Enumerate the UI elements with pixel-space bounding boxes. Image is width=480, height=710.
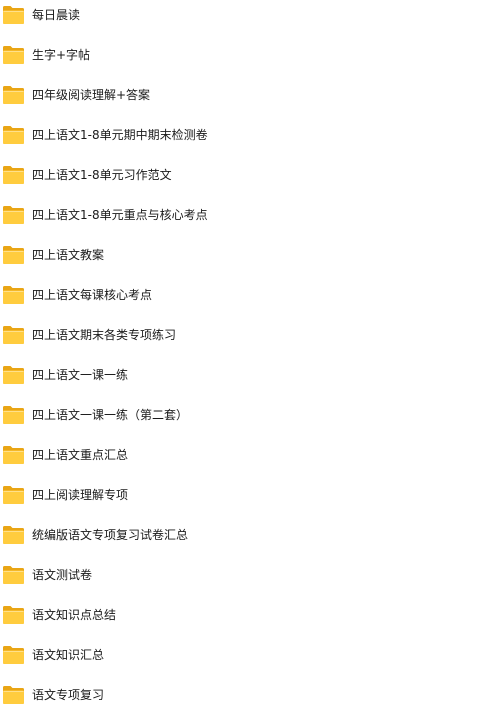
folder-item[interactable]: 四上语文教案 [0,240,480,270]
folder-icon [2,684,25,705]
folder-item[interactable]: 四上阅读理解专项 [0,480,480,510]
folder-icon [2,284,25,305]
folder-icon [2,204,25,225]
folder-label: 四上语文期末各类专项练习 [32,328,177,342]
folder-icon [2,44,25,65]
folder-item[interactable]: 四上语文每课核心考点 [0,280,480,310]
folder-item[interactable]: 四上语文期末各类专项练习 [0,320,480,350]
folder-icon [2,444,25,465]
folder-item[interactable]: 生字+字帖 [0,40,480,70]
folder-icon [2,644,25,665]
folder-item[interactable]: 每日晨读 [0,0,480,30]
folder-icon [2,564,25,585]
folder-label: 语文测试卷 [32,568,93,582]
folder-icon [2,604,25,625]
folder-item[interactable]: 四上语文1-8单元习作范文 [0,160,480,190]
folder-item[interactable]: 语文知识点总结 [0,600,480,630]
folder-icon [2,124,25,145]
folder-label: 语文知识点总结 [32,608,117,622]
folder-icon [2,164,25,185]
folder-label: 四上语文1-8单元重点与核心考点 [32,208,208,222]
folder-item[interactable]: 统编版语文专项复习试卷汇总 [0,520,480,550]
folder-item[interactable]: 四上语文一课一练（第二套） [0,400,480,430]
folder-item[interactable]: 语文测试卷 [0,560,480,590]
folder-item[interactable]: 四上语文1-8单元重点与核心考点 [0,200,480,230]
folder-label: 四上语文1-8单元期中期末检测卷 [32,128,208,142]
folder-item[interactable]: 四上语文重点汇总 [0,440,480,470]
folder-item[interactable]: 语文知识汇总 [0,640,480,670]
folder-item[interactable]: 四上语文1-8单元期中期末检测卷 [0,120,480,150]
folder-item[interactable]: 四上语文一课一练 [0,360,480,390]
folder-icon [2,404,25,425]
folder-label: 语文专项复习 [32,688,105,702]
folder-label: 四上语文教案 [32,248,105,262]
folder-label: 语文知识汇总 [32,648,105,662]
folder-label: 四上语文每课核心考点 [32,288,153,302]
folder-label: 生字+字帖 [32,48,91,62]
folder-label: 统编版语文专项复习试卷汇总 [32,528,189,542]
folder-item[interactable]: 四年级阅读理解+答案 [0,80,480,110]
folder-icon [2,244,25,265]
folder-icon [2,4,25,25]
folder-icon [2,84,25,105]
folder-icon [2,484,25,505]
folder-label: 四上阅读理解专项 [32,488,129,502]
folder-label: 四年级阅读理解+答案 [32,88,151,102]
folder-icon [2,524,25,545]
folder-label: 每日晨读 [32,8,81,22]
folder-label: 四上语文1-8单元习作范文 [32,168,172,182]
folder-label: 四上语文重点汇总 [32,448,129,462]
folder-label: 四上语文一课一练 [32,368,129,382]
folder-icon [2,324,25,345]
folder-icon [2,364,25,385]
folder-label: 四上语文一课一练（第二套） [32,408,189,422]
